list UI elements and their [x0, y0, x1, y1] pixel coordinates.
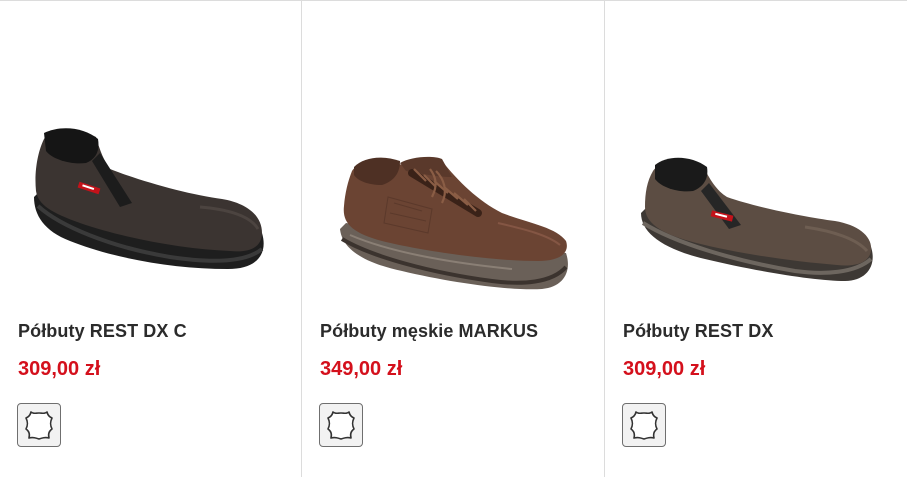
product-price: 349,00 zł [320, 358, 403, 380]
product-title[interactable]: Półbuty REST DX [623, 321, 774, 342]
product-image[interactable] [302, 1, 604, 301]
leather-icon [630, 411, 658, 440]
shoe-lace-up-brown-icon [340, 156, 568, 290]
leather-icon [25, 411, 53, 440]
product-image[interactable] [0, 1, 301, 301]
leather-badge [319, 403, 363, 447]
shoe-slip-on-dark-icon [34, 128, 264, 269]
leather-badge [17, 403, 61, 447]
product-title[interactable]: Półbuty REST DX C [18, 321, 187, 342]
product-grid: Półbuty REST DX C 309,00 zł Półbuty męsk… [0, 0, 907, 477]
shoe-slip-on-brown-icon [641, 157, 873, 281]
leather-icon [327, 411, 355, 440]
product-price: 309,00 zł [623, 358, 706, 380]
product-card[interactable]: Półbuty REST DX C 309,00 zł [0, 1, 302, 477]
product-card[interactable]: Półbuty REST DX 309,00 zł [605, 1, 907, 477]
leather-badge [622, 403, 666, 447]
product-card[interactable]: Półbuty męskie MARKUS 349,00 zł [302, 1, 605, 477]
product-price: 309,00 zł [18, 358, 101, 380]
product-image[interactable] [605, 1, 907, 301]
product-title[interactable]: Półbuty męskie MARKUS [320, 321, 538, 342]
